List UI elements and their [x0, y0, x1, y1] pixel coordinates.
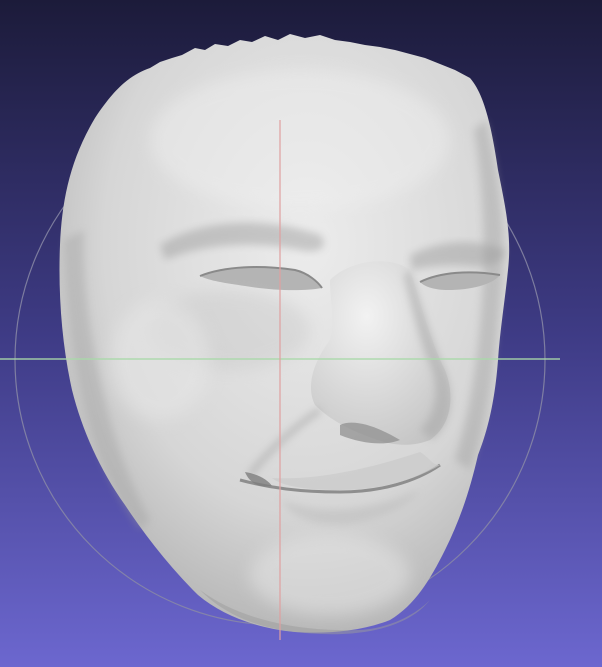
viewport-canvas[interactable]	[0, 0, 602, 667]
left-cheek-highlight	[110, 300, 210, 420]
3d-viewport[interactable]	[0, 0, 602, 667]
chin-highlight	[250, 535, 410, 615]
forehead-highlight	[150, 70, 450, 210]
